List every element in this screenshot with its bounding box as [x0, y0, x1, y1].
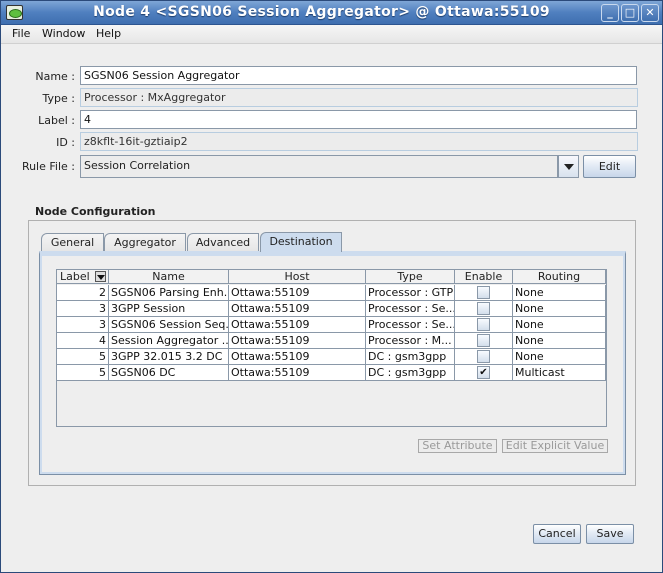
name-field[interactable]: SGSN06 Session Aggregator — [80, 66, 637, 85]
cell-enable — [455, 333, 513, 349]
cell-enable: ✔ — [455, 365, 513, 381]
cell-name[interactable]: Session Aggregator ... — [109, 333, 229, 349]
cell-label[interactable]: 4 — [57, 333, 109, 349]
id-field: z8kflt-16it-gztiaip2 — [80, 132, 638, 151]
column-header-label[interactable]: Label — [57, 270, 109, 284]
tab-aggregator[interactable]: Aggregator — [104, 233, 186, 251]
node-configuration-title: Node Configuration — [35, 205, 156, 218]
cell-label[interactable]: 5 — [57, 349, 109, 365]
maximize-button[interactable]: □ — [621, 4, 639, 22]
cell-routing[interactable]: None — [513, 285, 606, 301]
cell-routing[interactable]: None — [513, 333, 606, 349]
cell-host[interactable]: Ottawa:55109 — [229, 349, 366, 365]
save-button[interactable]: Save — [586, 524, 634, 544]
column-header-host[interactable]: Host — [229, 270, 366, 284]
cell-type[interactable]: DC : gsm3gpp — [366, 365, 455, 381]
rule-file-label: Rule File : — [21, 160, 75, 173]
chevron-down-icon[interactable] — [558, 155, 579, 178]
title-bar[interactable]: Node 4 <SGSN06 Session Aggregator> @ Ott… — [1, 1, 662, 25]
tab-destination[interactable]: Destination — [260, 232, 342, 252]
table-header: Label Name Host Type Enable Routing — [57, 270, 606, 284]
checkbox-unchecked[interactable] — [477, 350, 490, 363]
cell-host[interactable]: Ottawa:55109 — [229, 285, 366, 301]
cell-type[interactable]: Processor : Se... — [366, 317, 455, 333]
cell-type[interactable]: Processor : GTP — [366, 285, 455, 301]
cell-name[interactable]: SGSN06 Session Seq... — [109, 317, 229, 333]
rule-file-select[interactable]: Session Correlation — [80, 155, 579, 178]
cell-label[interactable]: 3 — [57, 317, 109, 333]
minimize-button[interactable]: _ — [601, 4, 619, 22]
cell-host[interactable]: Ottawa:55109 — [229, 333, 366, 349]
label-label: Label : — [38, 114, 75, 127]
table-row[interactable]: 3 3GPP Session Ottawa:55109 Processor : Se.… — [57, 301, 606, 317]
cell-label[interactable]: 3 — [57, 301, 109, 317]
cell-enable — [455, 285, 513, 301]
cell-name[interactable]: 3GPP Session — [109, 301, 229, 317]
cell-host[interactable]: Ottawa:55109 — [229, 301, 366, 317]
checkbox-unchecked[interactable] — [477, 286, 490, 299]
cell-enable — [455, 349, 513, 365]
cell-name[interactable]: 3GPP 32.015 3.2 DC — [109, 349, 229, 365]
column-header-routing[interactable]: Routing — [513, 270, 606, 284]
menu-file[interactable]: File — [12, 27, 30, 40]
checkbox-unchecked[interactable] — [477, 334, 490, 347]
type-field: Processor : MxAggregator — [80, 88, 638, 107]
cell-type[interactable]: Processor : M... — [366, 333, 455, 349]
checkbox-unchecked[interactable] — [477, 302, 490, 315]
column-header-enable[interactable]: Enable — [455, 270, 513, 284]
cell-type[interactable]: Processor : Se... — [366, 301, 455, 317]
name-label: Name : — [35, 70, 75, 83]
node-window: Node 4 <SGSN06 Session Aggregator> @ Ott… — [0, 0, 663, 573]
close-button[interactable]: ✕ — [641, 4, 659, 22]
table-row[interactable]: 5 SGSN06 DC Ottawa:55109 DC : gsm3gpp ✔ Multi… — [57, 365, 606, 381]
cell-label[interactable]: 5 — [57, 365, 109, 381]
edit-explicit-value-button[interactable]: Edit Explicit Value — [502, 439, 608, 453]
checkbox-checked[interactable]: ✔ — [477, 366, 490, 379]
table-row[interactable]: 4 Session Aggregator ... Ottawa:55109 Proce… — [57, 333, 606, 349]
column-header-label-text: Label — [60, 270, 90, 283]
cell-host[interactable]: Ottawa:55109 — [229, 365, 366, 381]
cell-routing[interactable]: None — [513, 301, 606, 317]
edit-rule-file-button[interactable]: Edit — [583, 155, 636, 178]
type-label: Type : — [42, 92, 75, 105]
cell-routing[interactable]: None — [513, 317, 606, 333]
cell-name[interactable]: SGSN06 Parsing Enh... — [109, 285, 229, 301]
table-row[interactable]: 5 3GPP 32.015 3.2 DC Ottawa:55109 DC : gsm3… — [57, 349, 606, 365]
table-row[interactable]: 3 SGSN06 Session Seq... Ottawa:55109 Proces… — [57, 317, 606, 333]
cancel-button[interactable]: Cancel — [533, 524, 581, 544]
cell-host[interactable]: Ottawa:55109 — [229, 317, 366, 333]
cell-label[interactable]: 2 — [57, 285, 109, 301]
column-header-name[interactable]: Name — [109, 270, 229, 284]
cell-type[interactable]: DC : gsm3gpp — [366, 349, 455, 365]
cell-enable — [455, 301, 513, 317]
destination-table[interactable]: Label Name Host Type Enable Routing 2 SGS… — [56, 269, 607, 427]
column-header-type[interactable]: Type — [366, 270, 455, 284]
set-attribute-button[interactable]: Set Attribute — [418, 439, 497, 453]
tab-general[interactable]: General — [41, 233, 104, 251]
window-title: Node 4 <SGSN06 Session Aggregator> @ Ott… — [93, 4, 550, 20]
cell-enable — [455, 317, 513, 333]
checkbox-unchecked[interactable] — [477, 318, 490, 331]
cell-routing[interactable]: Multicast — [513, 365, 606, 381]
cell-name[interactable]: SGSN06 DC — [109, 365, 229, 381]
label-field[interactable]: 4 — [80, 110, 637, 129]
rule-file-value[interactable]: Session Correlation — [80, 155, 558, 178]
id-label: ID : — [56, 136, 75, 149]
menu-window[interactable]: Window — [42, 27, 85, 40]
tab-advanced[interactable]: Advanced — [187, 233, 259, 251]
menu-help[interactable]: Help — [96, 27, 121, 40]
menu-bar: File Window Help — [1, 25, 662, 44]
table-row[interactable]: 2 SGSN06 Parsing Enh... Ottawa:55109 Proces… — [57, 285, 606, 301]
cell-routing[interactable]: None — [513, 349, 606, 365]
sort-dropdown-icon[interactable] — [95, 271, 106, 282]
